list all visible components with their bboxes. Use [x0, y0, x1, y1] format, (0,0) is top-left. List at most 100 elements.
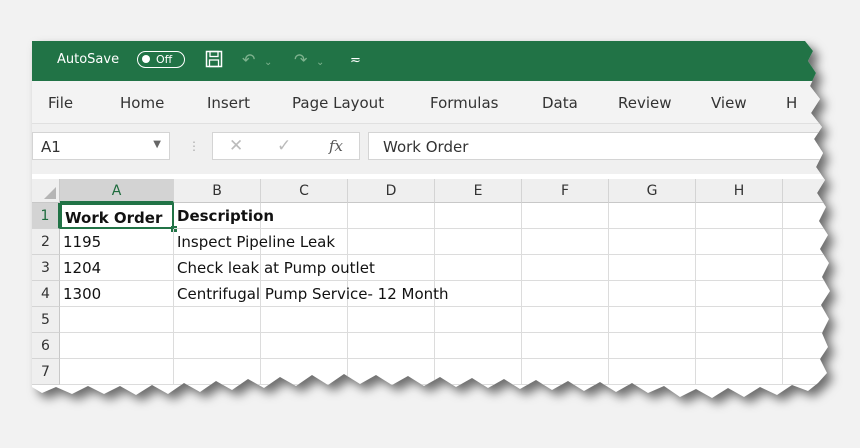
column-header-d[interactable]: D [348, 179, 435, 203]
cell-i3[interactable] [783, 255, 830, 281]
cell-d6[interactable] [348, 333, 435, 359]
cell-h2[interactable] [696, 229, 783, 255]
column-header-g[interactable]: G [609, 179, 696, 203]
tab-insert[interactable]: Insert [207, 94, 250, 112]
cell-f1[interactable] [522, 203, 609, 229]
cell-g2[interactable] [609, 229, 696, 255]
cell-a3[interactable]: 1204 [60, 255, 174, 281]
row-header-7[interactable]: 7 [32, 359, 60, 385]
tab-home[interactable]: Home [120, 94, 164, 112]
cell-c5[interactable] [261, 307, 348, 333]
cell-e5[interactable] [435, 307, 522, 333]
column-header-b[interactable]: B [174, 179, 261, 203]
cell-b3[interactable]: Check leak at Pump outlet [174, 255, 375, 281]
redo-dropdown-icon[interactable]: ⌄ [316, 53, 324, 73]
cell-f6[interactable] [522, 333, 609, 359]
cell-i6[interactable] [783, 333, 830, 359]
formula-input[interactable]: Work Order [368, 132, 830, 160]
row-header-6[interactable]: 6 [32, 333, 60, 359]
cell-c1[interactable] [261, 203, 348, 229]
tab-data[interactable]: Data [542, 94, 578, 112]
cell-g3[interactable] [609, 255, 696, 281]
redo-icon[interactable]: ↷ [294, 50, 307, 70]
cell-h5[interactable] [696, 307, 783, 333]
row-header-2[interactable]: 2 [32, 229, 60, 255]
cell-h6[interactable] [696, 333, 783, 359]
cell-b5[interactable] [174, 307, 261, 333]
cell-a2[interactable]: 1195 [60, 229, 174, 255]
cell-b4[interactable]: Centrifugal Pump Service- 12 Month [174, 281, 449, 307]
cell-b7[interactable] [174, 359, 261, 385]
cell-h3[interactable] [696, 255, 783, 281]
autosave-toggle[interactable]: Off [137, 51, 185, 68]
customize-quick-access-icon[interactable]: ≂ [350, 51, 361, 71]
cell-f2[interactable] [522, 229, 609, 255]
undo-icon[interactable]: ↶ [242, 50, 255, 70]
cell-i4[interactable] [783, 281, 830, 307]
cell-b2[interactable]: Inspect Pipeline Leak [174, 229, 335, 255]
cell-e2[interactable] [435, 229, 522, 255]
tab-page-layout[interactable]: Page Layout [292, 94, 384, 112]
cell-d1[interactable] [348, 203, 435, 229]
cell-h4[interactable] [696, 281, 783, 307]
row-header-4[interactable]: 4 [32, 281, 60, 307]
cancel-icon[interactable]: ✕ [229, 136, 243, 156]
cell-a1[interactable]: Work Order [60, 203, 174, 229]
column-header-i[interactable] [783, 179, 830, 203]
cell-e7[interactable] [435, 359, 522, 385]
tab-view[interactable]: View [711, 94, 747, 112]
formula-buttons: ✕ ✓ fx [212, 132, 360, 160]
tab-formulas[interactable]: Formulas [430, 94, 498, 112]
tab-file[interactable]: File [48, 94, 73, 112]
enter-check-icon[interactable]: ✓ [277, 136, 291, 156]
save-icon[interactable] [205, 50, 223, 73]
cell-a5[interactable] [60, 307, 174, 333]
cell-a7[interactable] [60, 359, 174, 385]
cell-d2[interactable] [348, 229, 435, 255]
cell-e1[interactable] [435, 203, 522, 229]
select-all-corner[interactable] [32, 179, 60, 203]
cell-i7[interactable] [783, 359, 830, 385]
cell-c6[interactable] [261, 333, 348, 359]
cell-h7[interactable] [696, 359, 783, 385]
cell-i1[interactable] [783, 203, 830, 229]
row-header-3[interactable]: 3 [32, 255, 60, 281]
cell-g5[interactable] [609, 307, 696, 333]
cell-i2[interactable] [783, 229, 830, 255]
column-header-a[interactable]: A [60, 179, 174, 203]
cell-g1[interactable] [609, 203, 696, 229]
tab-help[interactable]: H [786, 94, 797, 112]
ribbon-tabs: File Home Insert Page Layout Formulas Da… [32, 81, 830, 124]
column-header-c[interactable]: C [261, 179, 348, 203]
cell-f4[interactable] [522, 281, 609, 307]
cell-d5[interactable] [348, 307, 435, 333]
cell-b6[interactable] [174, 333, 261, 359]
title-bar: AutoSave Off ↶ ⌄ ↷ ⌄ ≂ [32, 41, 830, 81]
undo-dropdown-icon[interactable]: ⌄ [264, 53, 272, 73]
cell-c7[interactable] [261, 359, 348, 385]
cell-h1[interactable] [696, 203, 783, 229]
cell-g7[interactable] [609, 359, 696, 385]
row-header-5[interactable]: 5 [32, 307, 60, 333]
chevron-down-icon[interactable]: ▼ [153, 139, 161, 150]
cell-b1[interactable]: Description [174, 203, 274, 229]
cell-a6[interactable] [60, 333, 174, 359]
column-header-f[interactable]: F [522, 179, 609, 203]
cell-g4[interactable] [609, 281, 696, 307]
excel-window: AutoSave Off ↶ ⌄ ↷ ⌄ ≂ File Home Insert … [32, 41, 830, 398]
insert-function-icon[interactable]: fx [329, 137, 343, 155]
cell-e6[interactable] [435, 333, 522, 359]
cell-a4[interactable]: 1300 [60, 281, 174, 307]
name-box[interactable]: A1 ▼ [32, 132, 170, 160]
cell-i5[interactable] [783, 307, 830, 333]
cell-e3[interactable] [435, 255, 522, 281]
cell-d7[interactable] [348, 359, 435, 385]
cell-f5[interactable] [522, 307, 609, 333]
cell-f3[interactable] [522, 255, 609, 281]
cell-g6[interactable] [609, 333, 696, 359]
column-header-h[interactable]: H [696, 179, 783, 203]
cell-f7[interactable] [522, 359, 609, 385]
tab-review[interactable]: Review [618, 94, 672, 112]
row-header-1[interactable]: 1 [32, 203, 60, 229]
column-header-e[interactable]: E [435, 179, 522, 203]
